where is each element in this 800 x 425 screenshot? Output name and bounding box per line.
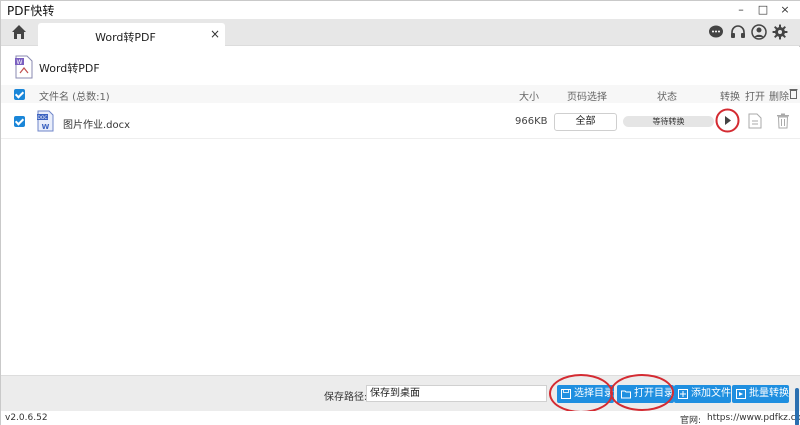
header-size: 大小 bbox=[519, 92, 539, 103]
trash-icon[interactable] bbox=[776, 113, 790, 129]
open-directory-label: 打开目录 bbox=[634, 388, 674, 399]
title-bar: PDF快转 – □ × bbox=[1, 1, 800, 19]
row-checkbox[interactable] bbox=[14, 116, 25, 127]
app-title: PDF快转 bbox=[7, 4, 55, 18]
app-window: PDF快转 – □ × Word转PDF × W Word转PDF 文件名 (总… bbox=[0, 0, 800, 425]
header-pages: 页码选择 bbox=[567, 92, 607, 103]
batch-convert-label: 批量转换 bbox=[749, 388, 789, 399]
word-to-pdf-icon: W bbox=[15, 55, 33, 79]
svg-text:W: W bbox=[42, 123, 50, 131]
open-directory-button[interactable]: 打开目录 bbox=[617, 385, 674, 403]
folder-icon bbox=[621, 390, 631, 399]
chat-icon[interactable] bbox=[708, 24, 724, 40]
maximize-button[interactable]: □ bbox=[752, 1, 774, 19]
gear-icon[interactable] bbox=[772, 24, 788, 40]
website-label: 官网: bbox=[680, 416, 702, 425]
open-file-icon[interactable] bbox=[748, 113, 762, 129]
plus-icon bbox=[678, 389, 688, 399]
status-badge: 等待转换 bbox=[623, 116, 714, 127]
header-convert: 转换 bbox=[720, 92, 740, 103]
tab-bar: Word转PDF × bbox=[1, 19, 800, 47]
batch-convert-button[interactable]: 批量转换 bbox=[732, 385, 789, 403]
section-title: Word转PDF bbox=[39, 62, 100, 75]
table-header: 文件名 (总数:1) 大小 页码选择 状态 转换 打开 删除 bbox=[1, 85, 800, 103]
header-status: 状态 bbox=[657, 92, 677, 103]
tab-word-to-pdf[interactable]: Word转PDF × bbox=[38, 23, 225, 47]
select-all-checkbox[interactable] bbox=[14, 89, 25, 100]
header-delete: 删除 bbox=[769, 92, 789, 103]
table-row[interactable]: DOC W 图片作业.docx 966KB 全部 等待转换 bbox=[1, 103, 800, 139]
scrollbar-thumb[interactable] bbox=[795, 388, 799, 425]
page-select-button[interactable]: 全部 bbox=[554, 113, 617, 131]
tab-label: Word转PDF bbox=[95, 31, 156, 44]
minimize-button[interactable]: – bbox=[730, 1, 752, 19]
batch-icon bbox=[736, 389, 746, 399]
close-window-button[interactable]: × bbox=[774, 1, 796, 19]
section-header: W Word转PDF bbox=[1, 47, 800, 85]
svg-text:DOC: DOC bbox=[37, 115, 47, 121]
delete-all-icon[interactable] bbox=[789, 88, 798, 99]
bottom-toolbar: 保存路径: 保存到桌面 选择目录 打开目录 添加文件 批量转换 bbox=[1, 374, 800, 413]
save-path-label: 保存路径: bbox=[324, 392, 368, 403]
version-label: v2.0.6.52 bbox=[5, 413, 48, 423]
play-icon[interactable] bbox=[715, 108, 740, 133]
website-link[interactable]: https://www.pdfkz.com bbox=[707, 413, 800, 423]
add-file-button[interactable]: 添加文件 bbox=[674, 385, 731, 403]
add-file-label: 添加文件 bbox=[691, 388, 731, 399]
choose-directory-label: 选择目录 bbox=[574, 388, 614, 399]
status-bar: v2.0.6.52 官网: https://www.pdfkz.com bbox=[1, 411, 800, 425]
svg-text:W: W bbox=[17, 59, 23, 66]
file-size: 966KB bbox=[515, 116, 548, 127]
save-path-field[interactable]: 保存到桌面 bbox=[366, 385, 547, 402]
choose-directory-button[interactable]: 选择目录 bbox=[557, 385, 614, 403]
headset-icon[interactable] bbox=[730, 24, 746, 40]
user-icon[interactable] bbox=[751, 24, 767, 40]
word-file-icon: DOC W bbox=[37, 110, 54, 132]
save-icon bbox=[561, 389, 571, 399]
header-filename: 文件名 (总数:1) bbox=[39, 92, 110, 103]
file-name: 图片作业.docx bbox=[63, 120, 131, 131]
header-open: 打开 bbox=[745, 92, 765, 103]
file-list-empty-area bbox=[1, 139, 800, 375]
tab-close-button[interactable]: × bbox=[210, 27, 220, 41]
home-icon[interactable] bbox=[11, 24, 27, 40]
